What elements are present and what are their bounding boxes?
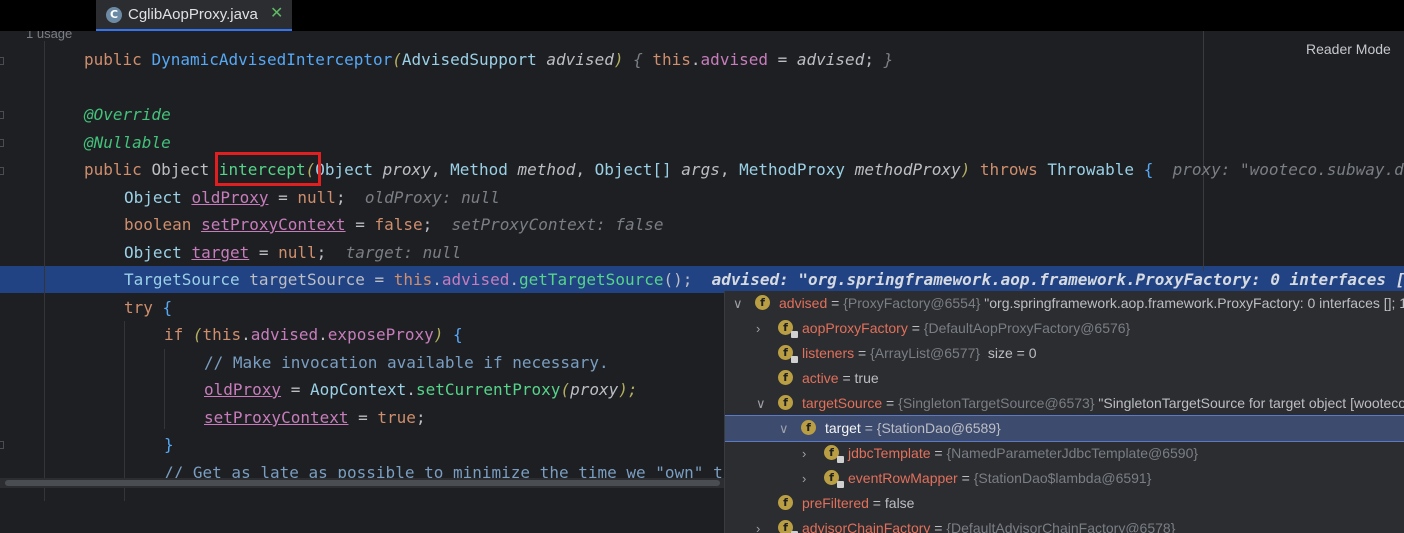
fold-marker[interactable] bbox=[0, 139, 4, 147]
debug-node-active[interactable]: f active = true bbox=[725, 366, 1404, 391]
code-line-override: @Override bbox=[84, 105, 171, 124]
lock-icon bbox=[791, 331, 798, 338]
lock-icon bbox=[791, 356, 798, 363]
tab-cglib-aop-proxy[interactable]: C CglibAopProxy.java ✕ bbox=[96, 0, 292, 31]
field-icon: f bbox=[824, 445, 844, 463]
fold-marker[interactable] bbox=[0, 57, 4, 65]
chevron-right-icon[interactable]: › bbox=[802, 441, 806, 466]
field-icon: f bbox=[824, 470, 844, 488]
highlight-box-intercept bbox=[215, 152, 321, 186]
field-icon: f bbox=[755, 295, 770, 310]
debug-node-ref: {StationDao$lambda@6591} bbox=[973, 470, 1152, 486]
chevron-down-icon[interactable]: ∨ bbox=[756, 391, 766, 416]
code-line-old-proxy: Object oldProxy = null; oldProxy: null bbox=[124, 188, 500, 207]
debug-variables-popup[interactable]: ∨ f advised = {ProxyFactory@6554} "org.spr… bbox=[724, 291, 1404, 533]
debug-node-equals: = bbox=[868, 495, 885, 511]
debug-node-equals: = bbox=[854, 345, 871, 361]
debug-node-ref: {ProxyFactory@6554} bbox=[843, 295, 985, 311]
debug-node-aopproxyfactory[interactable]: › f aopProxyFactory = {DefaultAopProxyFact… bbox=[725, 316, 1404, 341]
field-icon: f bbox=[778, 320, 798, 338]
reader-mode-button[interactable]: Reader Mode bbox=[1306, 41, 1391, 57]
field-icon: f bbox=[778, 345, 798, 363]
debug-node-ref: {DefaultAopProxyFactory@6576} bbox=[923, 320, 1131, 336]
chevron-down-icon[interactable]: ∨ bbox=[779, 416, 789, 441]
lock-icon bbox=[837, 481, 844, 488]
editor-tab-bar: C CglibAopProxy.java ✕ bbox=[0, 0, 1404, 31]
horizontal-scrollbar[interactable] bbox=[0, 478, 724, 488]
debug-node-equals: = bbox=[882, 395, 899, 411]
scrollbar-thumb[interactable] bbox=[5, 480, 720, 486]
code-line-set-proxy-context: boolean setProxyContext = false; setProx… bbox=[124, 215, 664, 234]
debug-node-prefiltered[interactable]: f preFiltered = false bbox=[725, 491, 1404, 516]
debug-node-equals: = bbox=[860, 420, 877, 436]
code-line-nullable: @Nullable bbox=[84, 133, 171, 152]
lock-icon bbox=[837, 456, 844, 463]
field-icon: f bbox=[778, 495, 793, 510]
code-line-set-proxy-context-true: setProxyContext = true; bbox=[204, 408, 426, 427]
debug-node-equals: = bbox=[930, 520, 947, 533]
debug-node-value: "org.springframework.aop.framework.Proxy… bbox=[984, 295, 1404, 311]
debug-node-target[interactable]: ∨ f target = {StationDao@6589} bbox=[725, 415, 1404, 442]
code-editor[interactable]: 1 usage Reader Mode public DynamicAdvise… bbox=[0, 31, 1404, 533]
code-line-target: Object target = null; target: null bbox=[124, 243, 462, 262]
indent-guide bbox=[124, 321, 125, 501]
debug-node-name: advised bbox=[779, 295, 828, 311]
chevron-down-icon[interactable]: ∨ bbox=[733, 291, 743, 316]
debug-node-name: targetSource bbox=[802, 395, 883, 411]
debug-node-equals: = bbox=[957, 470, 974, 486]
debug-node-value: false bbox=[884, 495, 915, 511]
debug-node-ref: {SingletonTargetSource@6573} bbox=[898, 395, 1099, 411]
debug-node-ref: {DefaultAdvisorChainFactory@6578} bbox=[946, 520, 1176, 533]
field-icon: f bbox=[778, 370, 793, 385]
debug-node-equals: = bbox=[827, 295, 844, 311]
debug-node-value: {StationDao@6589} bbox=[876, 420, 1001, 436]
right-margin-guide bbox=[1203, 31, 1204, 271]
usage-hint[interactable]: 1 usage bbox=[26, 31, 72, 41]
debug-node-equals: = bbox=[930, 445, 947, 461]
debug-node-ref: {ArrayList@6577} bbox=[870, 345, 984, 361]
debug-node-name: advisorChainFactory bbox=[802, 520, 931, 533]
tab-title: CglibAopProxy.java bbox=[128, 6, 258, 23]
fold-marker[interactable] bbox=[0, 441, 4, 449]
close-icon[interactable]: ✕ bbox=[270, 3, 283, 22]
debug-node-eventrowmapper[interactable]: › f eventRowMapper = {StationDao$lambda@65… bbox=[725, 466, 1404, 491]
fold-marker[interactable] bbox=[0, 167, 4, 175]
debug-node-value: size = 0 bbox=[983, 345, 1037, 361]
field-icon: f bbox=[778, 520, 798, 533]
debug-node-value: "SingletonTargetSource for target object… bbox=[1098, 395, 1404, 411]
debug-node-name: target bbox=[825, 420, 861, 436]
debug-node-value: true bbox=[854, 370, 879, 386]
debug-node-name: listeners bbox=[802, 345, 855, 361]
code-line-close-brace: } bbox=[164, 435, 174, 454]
code-line-constructor: public DynamicAdvisedInterceptor(Advised… bbox=[84, 50, 894, 69]
java-class-icon: C bbox=[106, 7, 122, 23]
debug-node-jdbctemplate[interactable]: › f jdbcTemplate = {NamedParameterJdbcTemp… bbox=[725, 441, 1404, 466]
debug-node-name: active bbox=[802, 370, 839, 386]
field-icon: f bbox=[778, 395, 793, 410]
fold-marker[interactable] bbox=[0, 111, 4, 119]
chevron-right-icon[interactable]: › bbox=[802, 466, 806, 491]
chevron-right-icon[interactable]: › bbox=[756, 516, 760, 533]
debug-node-advisorchainfactory[interactable]: › f advisorChainFactory = {DefaultAdvisorC… bbox=[725, 516, 1404, 533]
debug-node-targetsource[interactable]: ∨ f targetSource = {SingletonTargetSource@… bbox=[725, 391, 1404, 416]
indent-guide bbox=[44, 41, 45, 501]
indent-guide bbox=[164, 349, 165, 429]
code-line-comment-invocation: // Make invocation available if necessar… bbox=[204, 353, 609, 372]
debug-node-name: eventRowMapper bbox=[848, 470, 958, 486]
debug-node-equals: = bbox=[838, 370, 855, 386]
code-line-try: try { bbox=[124, 298, 173, 317]
debug-node-listeners[interactable]: f listeners = {ArrayList@6577} size = 0 bbox=[725, 341, 1404, 366]
code-line-set-current-proxy: oldProxy = AopContext.setCurrentProxy(pr… bbox=[204, 380, 638, 399]
chevron-right-icon[interactable]: › bbox=[756, 316, 760, 341]
code-line-target-source: TargetSource targetSource = this.advised… bbox=[124, 270, 1404, 289]
code-line-if-expose-proxy: if (this.advised.exposeProxy) { bbox=[164, 325, 463, 344]
field-icon: f bbox=[801, 420, 816, 435]
debug-node-advised[interactable]: ∨ f advised = {ProxyFactory@6554} "org.spr… bbox=[725, 291, 1404, 316]
debug-node-name: preFiltered bbox=[802, 495, 869, 511]
debug-node-name: jdbcTemplate bbox=[848, 445, 931, 461]
debug-node-ref: {NamedParameterJdbcTemplate@6590} bbox=[946, 445, 1199, 461]
debug-node-name: aopProxyFactory bbox=[802, 320, 908, 336]
debug-node-equals: = bbox=[907, 320, 924, 336]
